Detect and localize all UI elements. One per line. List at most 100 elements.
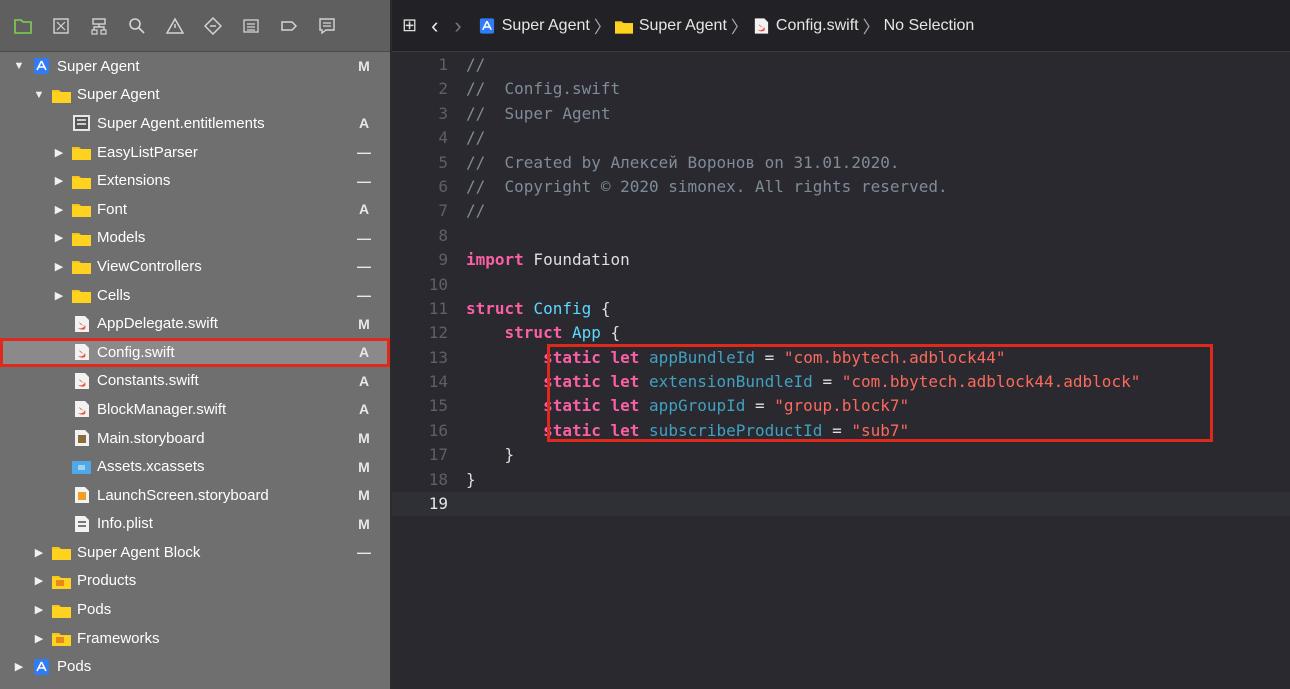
breadcrumb-item[interactable]: Super Agent [478, 17, 590, 35]
line-number: 15 [428, 396, 448, 416]
tree-row[interactable]: ▶Constants.swiftA [0, 367, 390, 396]
breadcrumb-separator-icon: 〉 [862, 18, 880, 37]
code-line[interactable]: 13 static let appBundleId = "com.bbytech… [392, 346, 1290, 370]
tree-row[interactable]: ▶LaunchScreen.storyboardM [0, 481, 390, 510]
project-navigator-icon[interactable] [6, 11, 39, 41]
folder-icon [72, 144, 91, 161]
group-folder-icon [52, 573, 71, 589]
breadcrumb-separator-icon: 〉 [730, 18, 748, 37]
code-line[interactable]: 7 // [392, 199, 1290, 223]
code-token: static [543, 372, 601, 392]
code-line[interactable]: 12 struct App { [392, 321, 1290, 345]
source-control-status-badge: M [358, 458, 370, 475]
disclosure-closed-icon[interactable]: ▶ [52, 260, 66, 273]
disclosure-open-icon[interactable]: ▼ [32, 89, 46, 101]
disclosure-closed-icon[interactable]: ▶ [52, 203, 66, 216]
xcode-project-icon [32, 58, 51, 75]
tree-row-label: Frameworks [77, 629, 160, 647]
tree-row-label: Super Agent [77, 86, 160, 104]
disclosure-open-icon[interactable]: ▼ [12, 60, 26, 72]
issue-navigator-icon[interactable] [158, 11, 191, 41]
tree-row[interactable]: ▶Main.storyboardM [0, 424, 390, 453]
code-token: import [466, 250, 524, 270]
tree-row-selected[interactable]: ▶Config.swiftA [0, 337, 390, 367]
launch-storyboard-icon [72, 487, 91, 504]
breadcrumb-label: Config.swift [775, 16, 859, 34]
forward-arrow-icon[interactable]: › [454, 13, 461, 39]
code-line[interactable]: 14 static let extensionBundleId = "com.b… [392, 370, 1290, 394]
disclosure-closed-icon[interactable]: ▶ [32, 574, 46, 587]
tree-row[interactable]: ▶ ViewControllers — [0, 252, 390, 281]
tree-row[interactable]: ▶ Cells — [0, 281, 390, 310]
code-line[interactable]: 16 static let subscribeProductId = "sub7… [392, 419, 1290, 443]
source-control-status-badge: M [358, 430, 370, 447]
source-control-status-badge: — [357, 544, 371, 561]
code-line[interactable]: 1 // [392, 53, 1290, 77]
group-folder-icon [52, 630, 71, 647]
disclosure-closed-icon[interactable]: ▶ [52, 146, 66, 159]
tree-row[interactable]: ▶ Extensions — [0, 166, 390, 195]
test-navigator-icon[interactable] [196, 11, 229, 41]
code-text: static let appGroupId = "group.block7" [466, 394, 909, 418]
back-arrow-icon[interactable]: ‹ [431, 13, 438, 39]
code-text: } [466, 443, 515, 467]
disclosure-closed-icon[interactable]: ▶ [52, 231, 66, 244]
report-navigator-icon[interactable] [310, 11, 343, 41]
swift-file-icon [72, 315, 91, 332]
tree-row[interactable]: ▶ Font A [0, 195, 390, 224]
disclosure-closed-icon[interactable]: ▶ [32, 603, 46, 616]
tree-row[interactable]: ▶ Pods [0, 652, 390, 681]
find-navigator-icon[interactable] [120, 11, 153, 41]
folder-icon [614, 18, 633, 34]
code-line[interactable]: 8 [392, 224, 1290, 248]
related-items-icon[interactable]: ⊞ [402, 15, 417, 36]
tree-row-label: Assets.xcassets [97, 458, 205, 476]
code-line[interactable]: 4 // [392, 126, 1290, 150]
tree-row[interactable]: ▶ Pods [0, 595, 390, 624]
code-line[interactable]: 9 import Foundation [392, 248, 1290, 272]
code-text: // Copyright © 2020 simonex. All rights … [466, 175, 948, 199]
code-line[interactable]: 15 static let appGroupId = "group.block7… [392, 394, 1290, 418]
breadcrumb-item[interactable]: No Selection [884, 17, 975, 35]
debug-navigator-icon[interactable] [234, 11, 267, 41]
breadcrumb-item[interactable]: Config.swift [752, 17, 859, 35]
asset-catalog-icon [72, 459, 91, 475]
code-line-current[interactable]: 19 [392, 492, 1290, 517]
code-area[interactable]: 1 // 2 // Config.swift 3 // Super Agent 4 // 5 //… [392, 53, 1290, 517]
disclosure-closed-icon[interactable]: ▶ [32, 632, 46, 645]
tree-row[interactable]: ▶BlockManager.swiftA [0, 395, 390, 424]
source-control-status-badge: A [358, 372, 370, 389]
disclosure-closed-icon[interactable]: ▶ [52, 289, 66, 302]
breakpoint-navigator-icon[interactable] [272, 11, 305, 41]
code-text: import Foundation [466, 248, 630, 272]
code-line[interactable]: 3 // Super Agent [392, 102, 1290, 126]
line-number: 10 [428, 274, 448, 294]
tree-row[interactable]: ▶ Products [0, 567, 390, 596]
tree-row[interactable]: ▶Assets.xcassetsM [0, 452, 390, 481]
disclosure-closed-icon[interactable]: ▶ [12, 660, 26, 673]
tree-row[interactable]: ▶ Frameworks [0, 624, 390, 653]
tree-row[interactable]: ▶ Super Agent Block — [0, 538, 390, 567]
disclosure-closed-icon[interactable]: ▶ [32, 546, 46, 559]
tree-row[interactable]: ▶ EasyListParser — [0, 138, 390, 167]
tree-row[interactable]: ▶AppDelegate.swiftM [0, 309, 390, 338]
code-line[interactable]: 10 [392, 273, 1290, 297]
code-line[interactable]: 6 // Copyright © 2020 simonex. All rights… [392, 175, 1290, 199]
code-line[interactable]: 11 struct Config { [392, 297, 1290, 321]
code-line[interactable]: 17 } [392, 443, 1290, 467]
code-line[interactable]: 2 // Config.swift [392, 77, 1290, 101]
tree-row[interactable]: ▶Info.plistM [0, 510, 390, 539]
code-line[interactable]: 5 // Created by Алексей Воронов on 31.01.… [392, 151, 1290, 175]
source-control-navigator-icon[interactable] [44, 11, 77, 41]
tree-row[interactable]: ▼ Super Agent [0, 81, 390, 110]
breadcrumb-item[interactable]: Super Agent [614, 17, 727, 35]
code-line[interactable]: 18} [392, 468, 1290, 492]
tree-row[interactable]: ▼ Super Agent M [0, 52, 390, 81]
symbol-navigator-icon[interactable] [82, 11, 115, 41]
tree-row[interactable]: ▶ Models — [0, 224, 390, 253]
line-number: 14 [428, 372, 448, 392]
tree-row-label: Info.plist [97, 515, 153, 533]
disclosure-closed-icon[interactable]: ▶ [52, 174, 66, 187]
tree-row[interactable]: ▶Super Agent.entitlementsA [0, 109, 390, 138]
